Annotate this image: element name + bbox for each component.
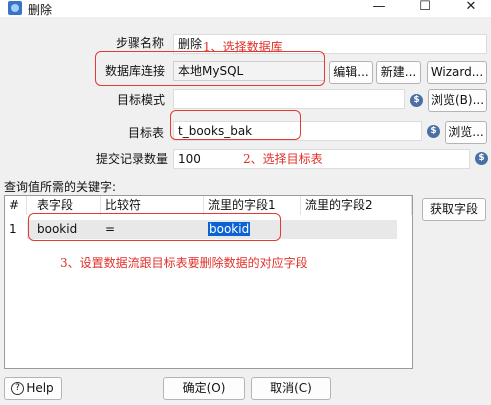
maximize-button[interactable]: ☐: [405, 0, 445, 17]
variable-icon: $: [410, 94, 423, 107]
help-button[interactable]: ? Help: [4, 377, 62, 400]
annotation-step2: 2、选择目标表: [243, 152, 323, 166]
app-icon: [8, 1, 22, 15]
variable-icon: $: [475, 152, 488, 165]
get-fields-button[interactable]: 获取字段: [422, 198, 486, 221]
browse-schema-button[interactable]: 浏览(B)...: [428, 89, 487, 112]
annotation-box-table: [170, 110, 301, 140]
window-title: 删除: [28, 3, 53, 17]
annotation-step1: 1、选择数据库: [203, 40, 283, 54]
wizard-button[interactable]: Wizard...: [427, 61, 487, 84]
step-name-label: 步骤名称: [116, 36, 165, 50]
new-connection-button[interactable]: 新建...: [376, 61, 421, 84]
schema-label: 目标模式: [117, 93, 166, 107]
column-header-stream-field2: 流里的字段2: [301, 196, 412, 215]
edit-connection-button[interactable]: 编辑...: [329, 61, 373, 84]
schema-input[interactable]: [173, 89, 405, 109]
help-icon: ?: [11, 382, 24, 395]
annotation-step3: 3、设置数据流跟目标表要删除数据的对应字段: [60, 256, 308, 270]
keys-section-label: 查询值所需的关键字:: [4, 180, 117, 194]
annotation-box-key-row: [28, 213, 281, 241]
ok-button[interactable]: 确定(O): [163, 377, 245, 400]
cell-stream-field2[interactable]: [301, 220, 397, 239]
variable-icon: $: [427, 125, 440, 138]
help-button-label: Help: [26, 381, 54, 395]
cancel-button[interactable]: 取消(C): [251, 377, 331, 400]
title-bar: 删除 — ☐ ✕: [0, 0, 491, 17]
commit-size-label: 提交记录数量: [96, 152, 169, 166]
close-button[interactable]: ✕: [451, 0, 491, 17]
browse-table-button[interactable]: 浏览...: [445, 121, 487, 144]
row-number: 1: [9, 222, 17, 236]
column-header-number: #: [5, 196, 27, 215]
table-label: 目标表: [128, 126, 165, 140]
annotation-box-connection: [95, 51, 325, 86]
minimize-button[interactable]: —: [359, 0, 399, 17]
